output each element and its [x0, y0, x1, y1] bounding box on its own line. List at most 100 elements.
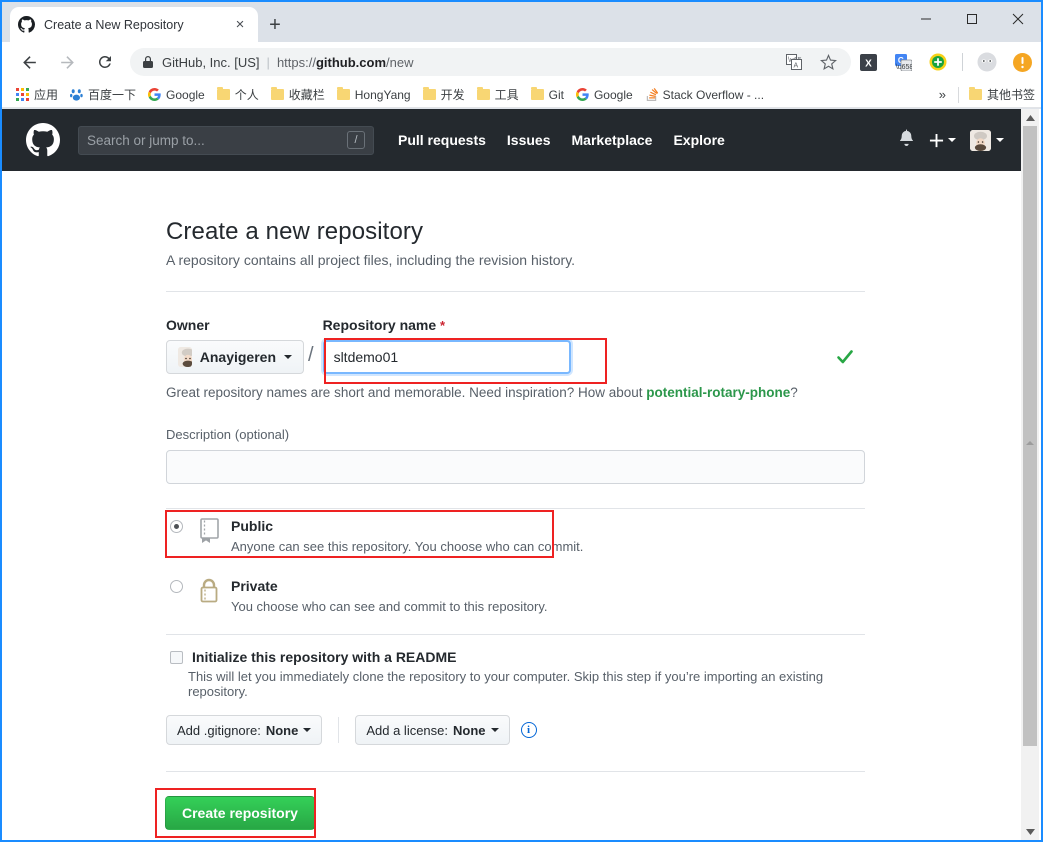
repository-name-label: Repository name * [323, 317, 866, 333]
license-prefix: Add a license: [366, 722, 449, 738]
address-bar[interactable]: GitHub, Inc. [US] | https://github.com/n… [130, 48, 851, 76]
page-viewport: Search or jump to... / Pull requests Iss… [2, 109, 1041, 840]
avatar-profile-icon[interactable] [976, 51, 998, 73]
bookmark-folder-dev[interactable]: 开发 [417, 84, 471, 106]
reload-icon[interactable] [88, 45, 122, 79]
divider [166, 771, 865, 772]
chevron-more-icon[interactable]: » [931, 87, 954, 102]
chevron-down-icon [303, 728, 312, 732]
scrollbar-thumb[interactable] [1023, 126, 1037, 746]
repository-name-field: Repository name * [322, 317, 866, 374]
scrollbar-grip [1026, 434, 1034, 445]
forward-icon[interactable] [50, 45, 84, 79]
suggested-name: potential-rotary-phone [646, 385, 791, 400]
nav-issues[interactable]: Issues [507, 132, 551, 148]
maximize-icon[interactable] [949, 2, 995, 36]
search-shortcut-key: / [347, 131, 365, 149]
check-green-icon [836, 348, 854, 369]
bookmark-baidu[interactable]: 百度一下 [64, 84, 142, 106]
bookmark-label: Google [593, 87, 633, 102]
folder-icon [216, 87, 230, 100]
visibility-public-text: Public Anyone can see this repository. Y… [231, 517, 583, 554]
radio-public[interactable] [170, 520, 183, 533]
required-marker: * [440, 318, 446, 333]
initialize-readme-option[interactable]: Initialize this repository with a README [166, 649, 866, 665]
nav-pull-requests[interactable]: Pull requests [398, 132, 486, 148]
tab-title: Create a New Repository [44, 17, 184, 32]
gitignore-dropdown[interactable]: Add .gitignore: None [166, 715, 323, 745]
github-mark-icon[interactable] [26, 123, 60, 157]
lock-icon [193, 577, 225, 605]
readme-checkbox[interactable] [170, 651, 183, 664]
bookmark-label: 个人 [234, 88, 259, 102]
avatar [970, 129, 991, 151]
scroll-up-icon[interactable] [1021, 109, 1039, 126]
bookmark-folder-hongyang[interactable]: HongYang [331, 84, 417, 106]
bell-icon[interactable] [898, 129, 915, 151]
vertical-scrollbar[interactable] [1021, 109, 1039, 840]
bookmark-label: Stack Overflow - ... [662, 87, 765, 102]
create-repository-button[interactable]: Create repository [165, 796, 315, 830]
bookmark-apps[interactable]: 应用 [10, 84, 64, 106]
lock-icon [142, 55, 154, 69]
bookmark-stackoverflow[interactable]: Stack Overflow - ... [639, 84, 770, 106]
browser-tab[interactable]: Create a New Repository × [10, 7, 258, 42]
bookmark-label: Git [548, 87, 564, 102]
translate-icon[interactable]: \u6587A [783, 51, 805, 73]
info-circle-icon[interactable]: i [520, 722, 537, 738]
back-icon[interactable] [12, 45, 46, 79]
plus-circle-green-icon[interactable] [927, 51, 949, 73]
license-dropdown[interactable]: Add a license: None [355, 715, 510, 745]
template-selectors: Add .gitignore: None Add a license: None… [166, 715, 866, 745]
visibility-private-title: Private [231, 578, 278, 594]
folder-icon [530, 87, 544, 100]
folder-icon [270, 87, 284, 100]
readme-description: This will let you immediately clone the … [188, 669, 824, 699]
repository-name-input[interactable] [322, 340, 571, 374]
svg-text:A: A [794, 63, 799, 70]
folder-icon [968, 87, 982, 100]
github-header-actions [898, 129, 1010, 151]
gitignore-prefix: Add .gitignore: [177, 722, 261, 738]
close-window-icon[interactable] [995, 2, 1041, 36]
selector-divider [338, 717, 340, 743]
google-icon [575, 88, 589, 101]
visibility-option-private[interactable]: Private You choose who can see and commi… [166, 569, 866, 620]
bookmark-folder-personal[interactable]: 个人 [211, 84, 265, 106]
nav-explore[interactable]: Explore [673, 132, 724, 148]
minimize-icon[interactable] [903, 2, 949, 36]
owner-label: Owner [166, 317, 210, 333]
bookmark-folder-git[interactable]: Git [525, 84, 570, 106]
nav-marketplace[interactable]: Marketplace [572, 132, 653, 148]
visibility-public-desc: Anyone can see this repository. You choo… [231, 539, 584, 554]
description-input[interactable] [166, 450, 865, 484]
url-domain: github.com [315, 54, 387, 70]
user-menu[interactable] [970, 129, 1004, 151]
browser-window: Create a New Repository × + GitHub, Inc.… [0, 0, 1043, 842]
bookmark-folder-favorites[interactable]: 收藏栏 [265, 84, 331, 106]
alert-orange-icon[interactable] [1011, 51, 1033, 73]
radio-private[interactable] [170, 580, 183, 593]
bookmark-label: 收藏栏 [288, 88, 325, 102]
page-title: Create a new repository [166, 218, 424, 245]
create-new-menu[interactable] [929, 133, 956, 148]
url-separator: | [266, 54, 270, 70]
title-bar: Create a New Repository × + [2, 2, 1041, 42]
scroll-down-icon[interactable] [1021, 823, 1039, 840]
google-translate-icon[interactable]: G\u6587 [892, 51, 914, 73]
bookmarks-overflow: » 其他书签 [931, 84, 1041, 106]
owner-field: Owner Anayigeren [166, 317, 304, 374]
bookmark-google-1[interactable]: Google [142, 84, 211, 106]
owner-dropdown[interactable]: Anayigeren [166, 340, 304, 374]
visibility-option-public[interactable]: Public Anyone can see this repository. Y… [166, 509, 866, 560]
extension-x-icon[interactable]: X [857, 51, 879, 73]
bookmark-folder-tools[interactable]: 工具 [471, 84, 525, 106]
bookmark-star-icon[interactable] [817, 51, 839, 73]
bookmark-google-2[interactable]: Google [570, 84, 639, 106]
bookmarks-divider [957, 86, 959, 103]
new-tab-button[interactable]: + [261, 12, 289, 38]
url-prefix: https:// [276, 54, 316, 70]
bookmark-other-bookmarks[interactable]: 其他书签 [963, 84, 1041, 106]
search-input[interactable]: Search or jump to... / [78, 125, 374, 155]
close-icon[interactable]: × [230, 15, 250, 35]
